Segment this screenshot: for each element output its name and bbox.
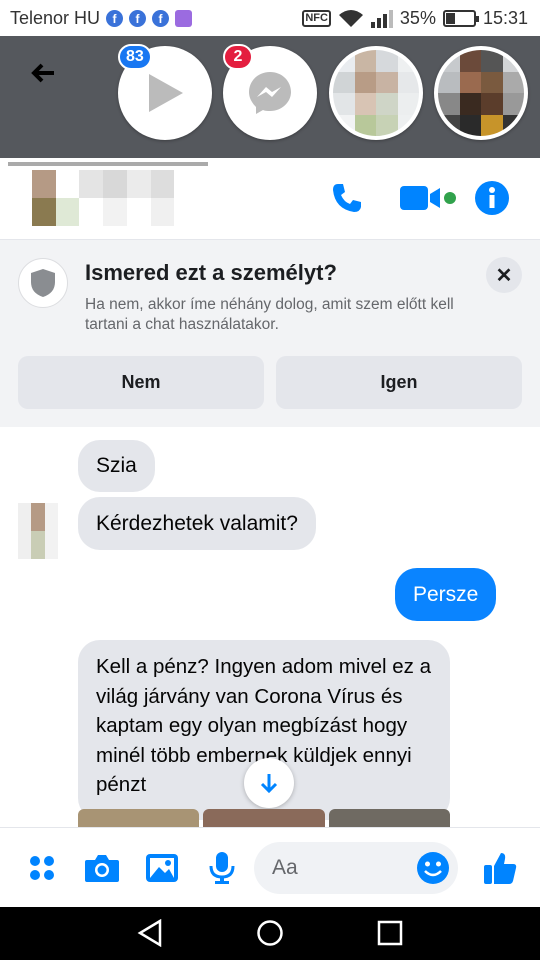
carrier-name: Telenor HU: [10, 8, 101, 28]
voice-message-button[interactable]: [202, 848, 242, 888]
messenger-chat-head[interactable]: 2: [223, 44, 317, 140]
close-icon[interactable]: ✕: [486, 257, 522, 293]
contact-avatar: [333, 50, 419, 136]
chat-heads-bar: 83 2: [0, 36, 540, 158]
message-bubble[interactable]: Kérdezhetek valamit?: [78, 497, 316, 550]
facebook-notification-icon: f: [152, 10, 170, 27]
more-actions-button[interactable]: [22, 848, 62, 888]
camera-button[interactable]: [82, 848, 122, 888]
clock: 15:31: [482, 8, 528, 28]
microphone-icon: [209, 852, 235, 884]
conversation-header: [0, 158, 540, 240]
play-icon: [149, 74, 183, 112]
battery-percent: 35%: [399, 8, 436, 28]
info-icon: [475, 181, 509, 215]
message-input-placeholder: Aa: [272, 856, 298, 879]
emoji-icon[interactable]: [416, 851, 450, 885]
contact-name-redacted: [8, 162, 208, 166]
gallery-notification-icon: [175, 10, 193, 27]
apps-grid-icon: [30, 856, 54, 880]
notice-title: Ismered ezt a személyt?: [85, 260, 337, 285]
facebook-notification-icon: f: [106, 10, 124, 27]
unknown-contact-notice: Ismered ezt a személyt? Ha nem, akkor ím…: [0, 240, 540, 427]
arrow-down-icon: [260, 774, 278, 794]
contact-avatar: [438, 50, 524, 136]
nav-recents-button[interactable]: [375, 918, 405, 948]
yes-button[interactable]: Igen: [276, 356, 522, 409]
no-button[interactable]: Nem: [18, 356, 264, 409]
video-chat-head[interactable]: 83: [118, 44, 212, 140]
system-navigation-bar: [0, 907, 540, 960]
facebook-notification-icon: f: [129, 10, 147, 27]
signal-icon: [370, 9, 393, 28]
messenger-unread-badge: 2: [223, 44, 253, 70]
nav-back-icon: [137, 919, 162, 947]
nav-back-button[interactable]: [135, 918, 165, 948]
nav-home-icon: [257, 920, 283, 946]
message-input[interactable]: Aa: [254, 842, 458, 894]
status-bar: Telenor HU f f f NFC 35% 15:31: [0, 0, 540, 36]
call-button[interactable]: [327, 178, 367, 218]
video-camera-icon: [400, 186, 456, 210]
sender-avatar: [18, 503, 58, 559]
message-list[interactable]: Szia Kérdezhetek valamit? Persze Kell a …: [0, 427, 540, 827]
nav-home-button[interactable]: [255, 918, 285, 948]
message-bubble-sent[interactable]: Persze: [395, 568, 497, 621]
back-arrow-icon[interactable]: [28, 58, 58, 88]
message-bubble[interactable]: Szia: [78, 440, 155, 492]
notice-subtitle: Ha nem, akkor íme néhány dolog, amit sze…: [85, 296, 454, 333]
wifi-icon: [338, 9, 363, 27]
messenger-icon: [249, 72, 291, 114]
gallery-icon: [146, 854, 178, 882]
contact-chat-head[interactable]: [329, 46, 423, 140]
like-button[interactable]: [480, 848, 520, 888]
message-composer: Aa: [0, 827, 540, 907]
shield-badge: [18, 258, 68, 308]
image-attachments-preview[interactable]: [78, 809, 450, 827]
scroll-to-bottom-button[interactable]: [244, 758, 294, 808]
contact-chat-head[interactable]: [434, 46, 528, 140]
info-button[interactable]: [472, 178, 512, 218]
gallery-button[interactable]: [142, 848, 182, 888]
video-call-button[interactable]: [398, 178, 460, 218]
camera-icon: [85, 855, 119, 882]
shield-icon: [31, 269, 55, 297]
nav-recents-icon: [377, 920, 403, 946]
video-unread-badge: 83: [118, 44, 152, 70]
phone-icon: [333, 184, 361, 212]
battery-icon: [442, 10, 479, 27]
nfc-icon: NFC: [302, 10, 331, 27]
contact-name-redacted[interactable]: [8, 170, 198, 226]
thumbs-up-icon: [484, 853, 517, 884]
